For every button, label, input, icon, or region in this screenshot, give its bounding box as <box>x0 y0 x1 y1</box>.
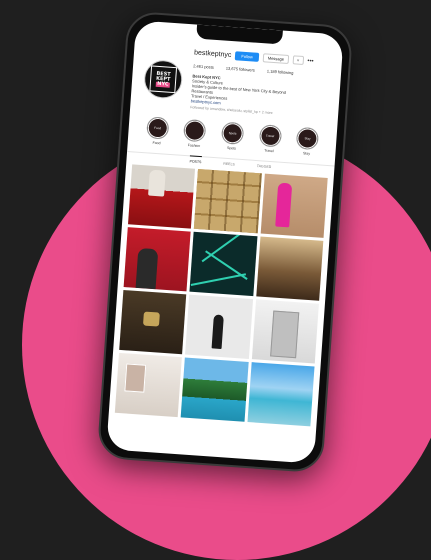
post-thumbnail[interactable] <box>260 173 328 238</box>
post-grid <box>109 159 334 427</box>
leaf-shape <box>191 273 247 286</box>
post-thumbnail[interactable] <box>185 294 253 359</box>
phone-mockup: BEST KEPT NYC bestkeptnyc Follow Message… <box>0 0 431 500</box>
tab-reels[interactable]: REELS <box>223 162 235 167</box>
post-thumbnail[interactable] <box>247 362 315 427</box>
avatar-logo: BEST KEPT NYC <box>149 65 178 94</box>
post-thumbnail[interactable] <box>194 168 262 234</box>
highlight-cover: Stay <box>295 126 320 151</box>
username: bestkeptnyc <box>193 49 232 59</box>
tab-posts[interactable]: POSTS <box>189 155 202 165</box>
post-thumbnail[interactable] <box>255 236 324 301</box>
follow-button[interactable]: Follow <box>235 51 260 62</box>
post-thumbnail[interactable] <box>123 227 191 292</box>
highlight-item[interactable]: Travel Travel <box>254 124 286 154</box>
post-thumbnail[interactable] <box>180 357 249 422</box>
profile-info: bestkeptnyc Follow Message ˅ ••• 2,461 p… <box>190 48 332 118</box>
chevron-down-icon[interactable]: ˅ <box>292 55 304 66</box>
highlight-cover <box>183 118 207 143</box>
notch <box>196 24 283 45</box>
frame-shape <box>124 363 147 393</box>
doorway-shape <box>269 310 299 359</box>
post-thumbnail[interactable] <box>119 290 187 355</box>
post-thumbnail[interactable] <box>128 164 196 229</box>
person-shape <box>135 247 159 290</box>
more-options-icon[interactable]: ••• <box>307 58 314 64</box>
highlight-item[interactable]: Stay Stay <box>291 126 323 156</box>
person-shape <box>274 182 292 228</box>
avatar[interactable]: BEST KEPT NYC <box>142 59 184 100</box>
highlight-cover: Food <box>145 116 170 140</box>
avatar-text-3: NYC <box>156 80 170 88</box>
highlight-label: Stay <box>302 151 311 156</box>
person-shape <box>211 314 225 350</box>
mannequin-shape <box>148 169 166 197</box>
highlight-cover: Spots <box>220 121 245 146</box>
post-thumbnail[interactable] <box>189 231 258 297</box>
message-button[interactable]: Message <box>262 53 290 65</box>
post-thumbnail[interactable] <box>114 352 183 418</box>
post-thumbnail[interactable] <box>251 299 319 364</box>
lamp-shape <box>142 311 160 327</box>
highlight-label: Spots <box>226 145 237 151</box>
phone-frame: BEST KEPT NYC bestkeptnyc Follow Message… <box>96 10 354 474</box>
instagram-profile: BEST KEPT NYC bestkeptnyc Follow Message… <box>109 38 343 427</box>
following-count[interactable]: 1,189 following <box>267 69 294 76</box>
highlight-item[interactable]: Food Food <box>141 116 173 146</box>
posts-count: 2,461 posts <box>193 63 215 70</box>
highlight-cover: Travel <box>258 124 282 148</box>
highlight-label: Travel <box>264 148 274 154</box>
leaf-shape <box>201 231 249 263</box>
highlight-label: Food <box>152 140 161 146</box>
highlight-item[interactable]: Spots Spots <box>216 121 248 151</box>
followers-count[interactable]: 13,675 followers <box>226 66 255 73</box>
highlight-item[interactable]: Fashion <box>179 118 211 149</box>
highlight-label: Fashion <box>187 143 201 149</box>
phone-screen: BEST KEPT NYC bestkeptnyc Follow Message… <box>106 20 344 464</box>
